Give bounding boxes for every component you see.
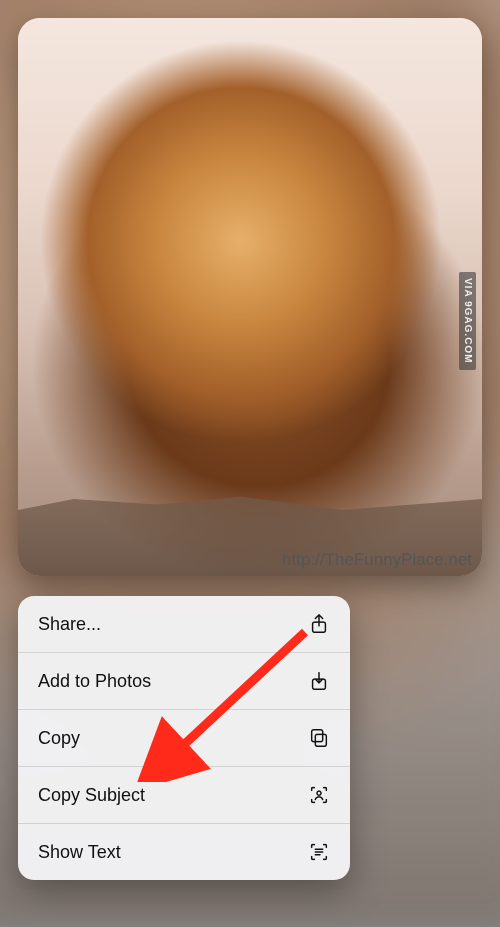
side-watermark: VIA 9GAG.COM <box>459 272 476 370</box>
subject-icon <box>308 784 330 806</box>
menu-item-label: Copy Subject <box>38 785 145 806</box>
live-text-icon <box>308 841 330 863</box>
share-icon <box>308 613 330 635</box>
menu-item-share[interactable]: Share... <box>18 596 350 653</box>
menu-item-label: Show Text <box>38 842 121 863</box>
menu-item-copy-subject[interactable]: Copy Subject <box>18 767 350 824</box>
menu-item-label: Add to Photos <box>38 671 151 692</box>
menu-item-add-to-photos[interactable]: Add to Photos <box>18 653 350 710</box>
image-preview-card[interactable]: VIA 9GAG.COM http://TheFunnyPlace.net <box>18 18 482 576</box>
menu-item-label: Copy <box>38 728 80 749</box>
menu-item-copy[interactable]: Copy <box>18 710 350 767</box>
bottom-watermark: http://TheFunnyPlace.net <box>282 550 472 570</box>
preview-image <box>18 18 482 576</box>
menu-item-show-text[interactable]: Show Text <box>18 824 350 880</box>
menu-item-label: Share... <box>38 614 101 635</box>
copy-icon <box>308 727 330 749</box>
context-menu: Share... Add to Photos Copy Copy Subject… <box>18 596 350 880</box>
download-icon <box>308 670 330 692</box>
